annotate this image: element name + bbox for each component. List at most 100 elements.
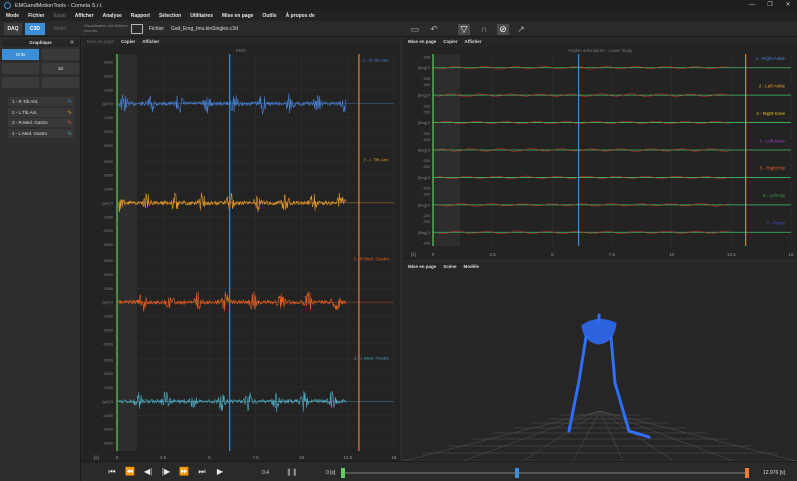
y-tick-label: -200 [422, 159, 430, 163]
model-menu[interactable]: Modèle [464, 264, 480, 269]
y-tick-label: [Deg] 0 [418, 176, 430, 180]
title-bar: EMGandMotionTools - Cometa S.r.l. — ❐ ✕ [0, 0, 797, 11]
angle-track-label: 7 - Pelvis [766, 221, 785, 226]
last-frame-button[interactable]: ⏭ [195, 466, 209, 478]
y-tick-label: -3000 [103, 242, 114, 247]
scene-view[interactable] [402, 271, 797, 462]
y-tick-label: -200 [422, 193, 430, 197]
y-tick-label: -2000 [103, 327, 114, 332]
emg-layout-menu[interactable]: Mise en page [87, 39, 114, 44]
y-tick-label: [µV] 0 [102, 399, 113, 404]
y-tick-label: 1000 [104, 286, 114, 291]
pause-icon[interactable]: ❚❚ [286, 468, 298, 476]
trend-icon[interactable]: ↗ [515, 24, 527, 35]
menu-item-7[interactable]: Utilitaires [190, 13, 213, 19]
end-time-value: 12.976 [763, 470, 779, 476]
menu-item-3[interactable]: Afficher [75, 13, 94, 19]
maximize-button[interactable]: ❐ [761, 0, 779, 11]
pre-trigger-region [117, 54, 137, 451]
layout-cell[interactable] [2, 63, 39, 74]
emg-plot[interactable]: EMG 0 2.5 5 7.5 10 12.5 15 [s] 1 - R.Tib.Ant. 3000… [82, 46, 400, 461]
close-button[interactable]: ✕ [779, 0, 797, 11]
envelope-icon[interactable]: ∩ [478, 24, 490, 35]
y-tick-label: -200 [422, 165, 430, 169]
channel-item[interactable]: 2 - L.Tib.Ant. ∿ [8, 107, 74, 117]
save-icon[interactable]: ▭ [409, 24, 421, 35]
fast-forward-button[interactable]: ⏩ [177, 466, 191, 478]
layout-cell[interactable] [42, 49, 79, 60]
first-frame-button[interactable]: ⏮ [105, 466, 119, 478]
angle-track-label: 6 - Left Hip [763, 193, 786, 198]
y-tick-label: [Deg] 0 [418, 231, 430, 235]
y-tick-label: 3000 [104, 159, 114, 164]
x-tick-label: 0 [116, 455, 119, 460]
emg-chart: EMG0 2.5 5 7.5 10 12.5 15[s]1 - R.Tib.Ant.3000… [94, 48, 397, 460]
playback-bar: ⏮ ⏪ ◀| |▶ ⏩ ⏭ ▶ 0.4 ❚❚ 0 [s] 12.976 [s] [81, 461, 797, 481]
channel-label: 1 - R.Tib.Ant. [12, 99, 39, 104]
menu-item-8[interactable]: Mise en page [222, 13, 253, 19]
start-time-unit: [s] [330, 470, 336, 476]
angles-copy-menu[interactable]: Copier [443, 39, 457, 44]
rewind-button[interactable]: ⏪ [123, 466, 137, 478]
y-tick-label: -200 [422, 187, 430, 191]
y-tick-label: 2000 [104, 371, 114, 376]
menu-item-10[interactable]: À propos de [286, 13, 315, 19]
step-forward-button[interactable]: |▶ [159, 466, 173, 478]
scene-menu[interactable]: Scène [443, 264, 456, 269]
x-tick-label: 15 [391, 455, 397, 460]
y-tick-label: [µV] 0 [102, 300, 113, 305]
playback-speed[interactable]: 0.4 [262, 470, 269, 476]
print-icon[interactable] [131, 24, 143, 34]
signal-icon: ∿ [66, 130, 72, 137]
file-name[interactable]: Gait_Emg_Imu.kinSingles.c3d [171, 26, 238, 32]
window-controls: — ❐ ✕ [743, 0, 797, 11]
layout-cell[interactable] [2, 77, 39, 88]
y-tick-label: 2000 [104, 272, 114, 277]
menu-item-1[interactable]: Fichier [28, 13, 44, 19]
minimize-button[interactable]: — [743, 0, 761, 11]
no-filter-icon[interactable]: ⊘ [497, 24, 509, 35]
layout-cell-3d[interactable]: 3d [42, 63, 79, 74]
channel-list: 1 - R.Tib.Ant. ∿ 2 - L.Tib.Ant. ∿ 3 - R.Me… [8, 97, 74, 139]
filter-icon[interactable]: ▽ [458, 24, 470, 35]
menu-item-6[interactable]: Sélection [159, 13, 181, 19]
app-logo-icon [4, 2, 11, 9]
menu-item-5[interactable]: Rapport [131, 13, 150, 19]
x-axis-unit: [s] [94, 455, 99, 460]
undo-icon[interactable]: ↶ [428, 24, 440, 35]
emg-copy-menu[interactable]: Copier [121, 39, 135, 44]
cursor-handle[interactable] [514, 468, 519, 478]
scene-layout-menu[interactable]: Mise en page [408, 264, 436, 269]
menu-item-9[interactable]: Outils [262, 13, 276, 19]
end-marker-handle[interactable] [745, 468, 749, 478]
tab-c3d[interactable]: C3D [25, 23, 45, 35]
menu-item-0[interactable]: Mode [6, 13, 19, 19]
menu-bar: Mode Fichier Essai Afficher Analyse Rapport Sé… [0, 11, 797, 21]
y-tick-label: [Deg] 0 [418, 66, 430, 70]
time-slider[interactable] [341, 468, 749, 478]
angles-layout-menu[interactable]: Mise en page [408, 39, 436, 44]
emg-display-menu[interactable]: Afficher [142, 39, 159, 44]
tab-daq[interactable]: DAQ [4, 23, 22, 35]
x-tick-label: 2.5 [490, 252, 497, 257]
start-marker-handle[interactable] [341, 468, 345, 478]
y-tick-label: -1000 [103, 214, 114, 219]
angles-panel-header: Mise en page Copier Afficher [403, 37, 797, 46]
x-tick-label: 12.5 [727, 252, 736, 257]
angles-plot[interactable]: Angles articulaires - Lower Body 0 2.5 5 7.5… [403, 46, 797, 260]
start-time-value: 0 [326, 470, 329, 476]
step-back-button[interactable]: ◀| [141, 466, 155, 478]
channel-item[interactable]: 1 - R.Tib.Ant. ∿ [8, 97, 74, 106]
layout-cell-grid[interactable]: Grilo [2, 49, 39, 60]
play-button[interactable]: ▶ [213, 466, 227, 478]
emg-signal [118, 291, 347, 312]
angle-track-label: 1 - Right Ankle [756, 56, 786, 61]
collapse-icon[interactable]: « [70, 39, 78, 46]
layout-cell[interactable] [42, 77, 79, 88]
angles-display-menu[interactable]: Afficher [465, 39, 482, 44]
channel-item[interactable]: 3 - R.Med. Gastro ∿ [8, 118, 74, 127]
menu-item-4[interactable]: Analyse [103, 13, 122, 19]
channel-item[interactable]: 4 - L.Med. Gastro ∿ [8, 128, 74, 138]
angle-track-label: 5 - Right Hip [760, 166, 786, 171]
tab-motion[interactable]: Motio [48, 23, 72, 35]
